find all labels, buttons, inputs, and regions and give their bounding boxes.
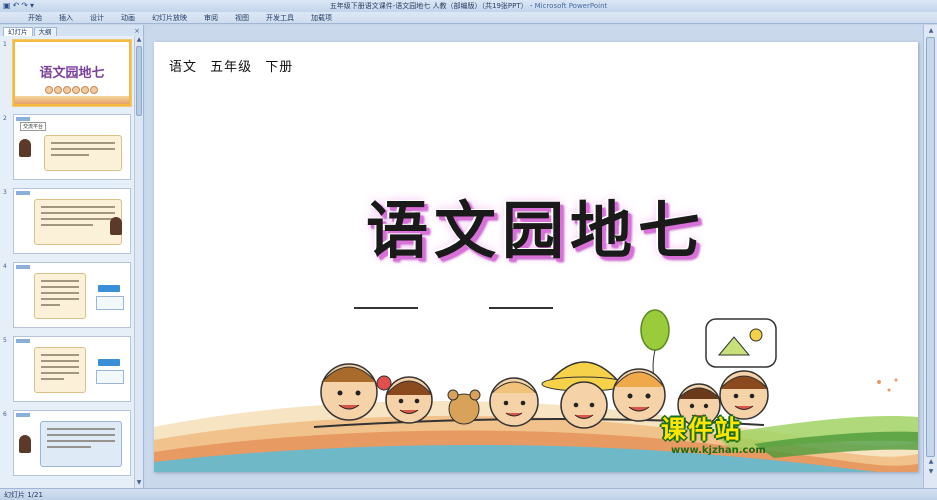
sparkle-icon bbox=[877, 378, 898, 392]
kid-face-3 bbox=[489, 377, 539, 427]
slide-number: 4 bbox=[3, 263, 7, 270]
slide-thumbnail-4[interactable] bbox=[13, 262, 131, 328]
scroll-up-icon[interactable]: ▲ bbox=[135, 36, 143, 45]
panel-tabs: 幻灯片 大纲 × bbox=[0, 25, 143, 36]
scroll-down-icon[interactable]: ▼ bbox=[135, 479, 143, 488]
tab-insert[interactable]: 插入 bbox=[59, 13, 73, 23]
tab-outline[interactable]: 大纲 bbox=[33, 27, 57, 36]
slide-title[interactable]: 语文园地七 bbox=[154, 180, 918, 270]
header-bar bbox=[16, 413, 30, 417]
subject-line[interactable]: 语文 五年级 下册 bbox=[169, 56, 293, 75]
text-scroll bbox=[34, 347, 86, 393]
slide-indicator: 幻灯片 1/21 bbox=[4, 491, 43, 499]
tag-badge bbox=[98, 359, 120, 366]
girl-illustration bbox=[19, 435, 31, 453]
thumbnail-title: 语文园地七 bbox=[39, 66, 105, 81]
scroll-thumb[interactable] bbox=[136, 46, 142, 116]
note-box bbox=[96, 370, 124, 384]
slide-thumbnail-2[interactable]: 交流平台 bbox=[13, 114, 131, 180]
watermark-brand: 课件站 bbox=[661, 415, 743, 444]
slide-thumbnail-6[interactable] bbox=[13, 410, 131, 476]
slide-number: 5 bbox=[3, 337, 7, 344]
section-chip: 交流平台 bbox=[20, 122, 47, 131]
thumbnail-list: 1 语文园地七 2 交流平台 3 4 5 6 bbox=[0, 36, 134, 488]
text-scroll bbox=[40, 421, 122, 467]
tab-home[interactable]: 开始 bbox=[28, 13, 42, 23]
scroll-thumb[interactable] bbox=[926, 37, 935, 457]
text-scroll bbox=[34, 199, 122, 245]
scroll-up-icon[interactable]: ▲ bbox=[926, 27, 936, 35]
slide-scrollbar[interactable]: ▲ ▲ ▼ bbox=[923, 25, 937, 488]
window-title: 五年级下册语文课件-语文园地七 人教（部编版）（共19张PPT） - Micro… bbox=[0, 1, 937, 11]
slide-number: 1 bbox=[3, 41, 7, 48]
app-name: Microsoft PowerPoint bbox=[534, 2, 608, 10]
slide-thumbnail-5[interactable] bbox=[13, 336, 131, 402]
watermark-url: www.kjzhan.com bbox=[671, 445, 766, 456]
slide-canvas[interactable]: 语文 五年级 下册 语文园地七 bbox=[154, 42, 918, 472]
title-separator: - bbox=[527, 2, 535, 10]
document-title: 五年级下册语文课件-语文园地七 人教（部编版）（共19张PPT） bbox=[329, 2, 528, 10]
wave-decoration bbox=[15, 96, 129, 104]
next-slide-icon[interactable]: ▼ bbox=[926, 468, 936, 476]
tab-review[interactable]: 审阅 bbox=[204, 13, 218, 23]
kids-illustration bbox=[45, 84, 105, 96]
tag-badge bbox=[98, 285, 120, 292]
slide-thumbnail-3[interactable] bbox=[13, 188, 131, 254]
watermark-logo: 课件站 www.kjzhan.com bbox=[661, 410, 773, 465]
girl-illustration bbox=[110, 217, 122, 235]
teddy-bear-icon bbox=[447, 389, 481, 425]
header-bar bbox=[16, 117, 30, 121]
kid-face-2 bbox=[376, 375, 433, 424]
drawing-board-icon bbox=[705, 318, 777, 368]
previous-slide-icon[interactable]: ▲ bbox=[926, 458, 936, 466]
tab-developer[interactable]: 开发工具 bbox=[266, 13, 294, 23]
slide-edit-area: 语文 五年级 下册 语文园地七 bbox=[145, 25, 923, 488]
header-bar bbox=[16, 339, 30, 343]
slide-thumbnail-1[interactable]: 语文园地七 bbox=[13, 40, 131, 106]
slide-number: 2 bbox=[3, 115, 7, 122]
status-bar: 幻灯片 1/21 bbox=[0, 488, 937, 500]
text-scroll bbox=[44, 135, 122, 171]
kid-face-5 bbox=[612, 368, 666, 422]
slide-number: 3 bbox=[3, 189, 7, 196]
tab-slides[interactable]: 幻灯片 bbox=[3, 27, 33, 36]
girl-illustration bbox=[19, 139, 31, 157]
note-box bbox=[96, 296, 124, 310]
tab-view[interactable]: 视图 bbox=[235, 13, 249, 23]
ribbon-tabs: 开始 插入 设计 动画 幻灯片放映 审阅 视图 开发工具 加载项 bbox=[0, 12, 937, 24]
tab-add-ins[interactable]: 加载项 bbox=[311, 13, 332, 23]
thumbnail-scrollbar[interactable]: ▲ ▼ bbox=[134, 36, 143, 488]
slides-panel: 幻灯片 大纲 × 1 语文园地七 2 交流平台 3 4 5 6 ▲ ▼ bbox=[0, 25, 144, 488]
tab-design[interactable]: 设计 bbox=[90, 13, 104, 23]
kid-face-1 bbox=[320, 363, 378, 421]
tab-slide-show[interactable]: 幻灯片放映 bbox=[152, 13, 187, 23]
text-scroll bbox=[34, 273, 86, 319]
panel-close-icon[interactable]: × bbox=[134, 27, 140, 36]
tab-animations[interactable]: 动画 bbox=[121, 13, 135, 23]
title-bar: ▣ ↶ ↷ ▾ 五年级下册语文课件-语文园地七 人教（部编版）（共19张PPT）… bbox=[0, 0, 937, 12]
slide-number: 6 bbox=[3, 411, 7, 418]
header-bar bbox=[16, 265, 30, 269]
header-bar bbox=[16, 191, 30, 195]
